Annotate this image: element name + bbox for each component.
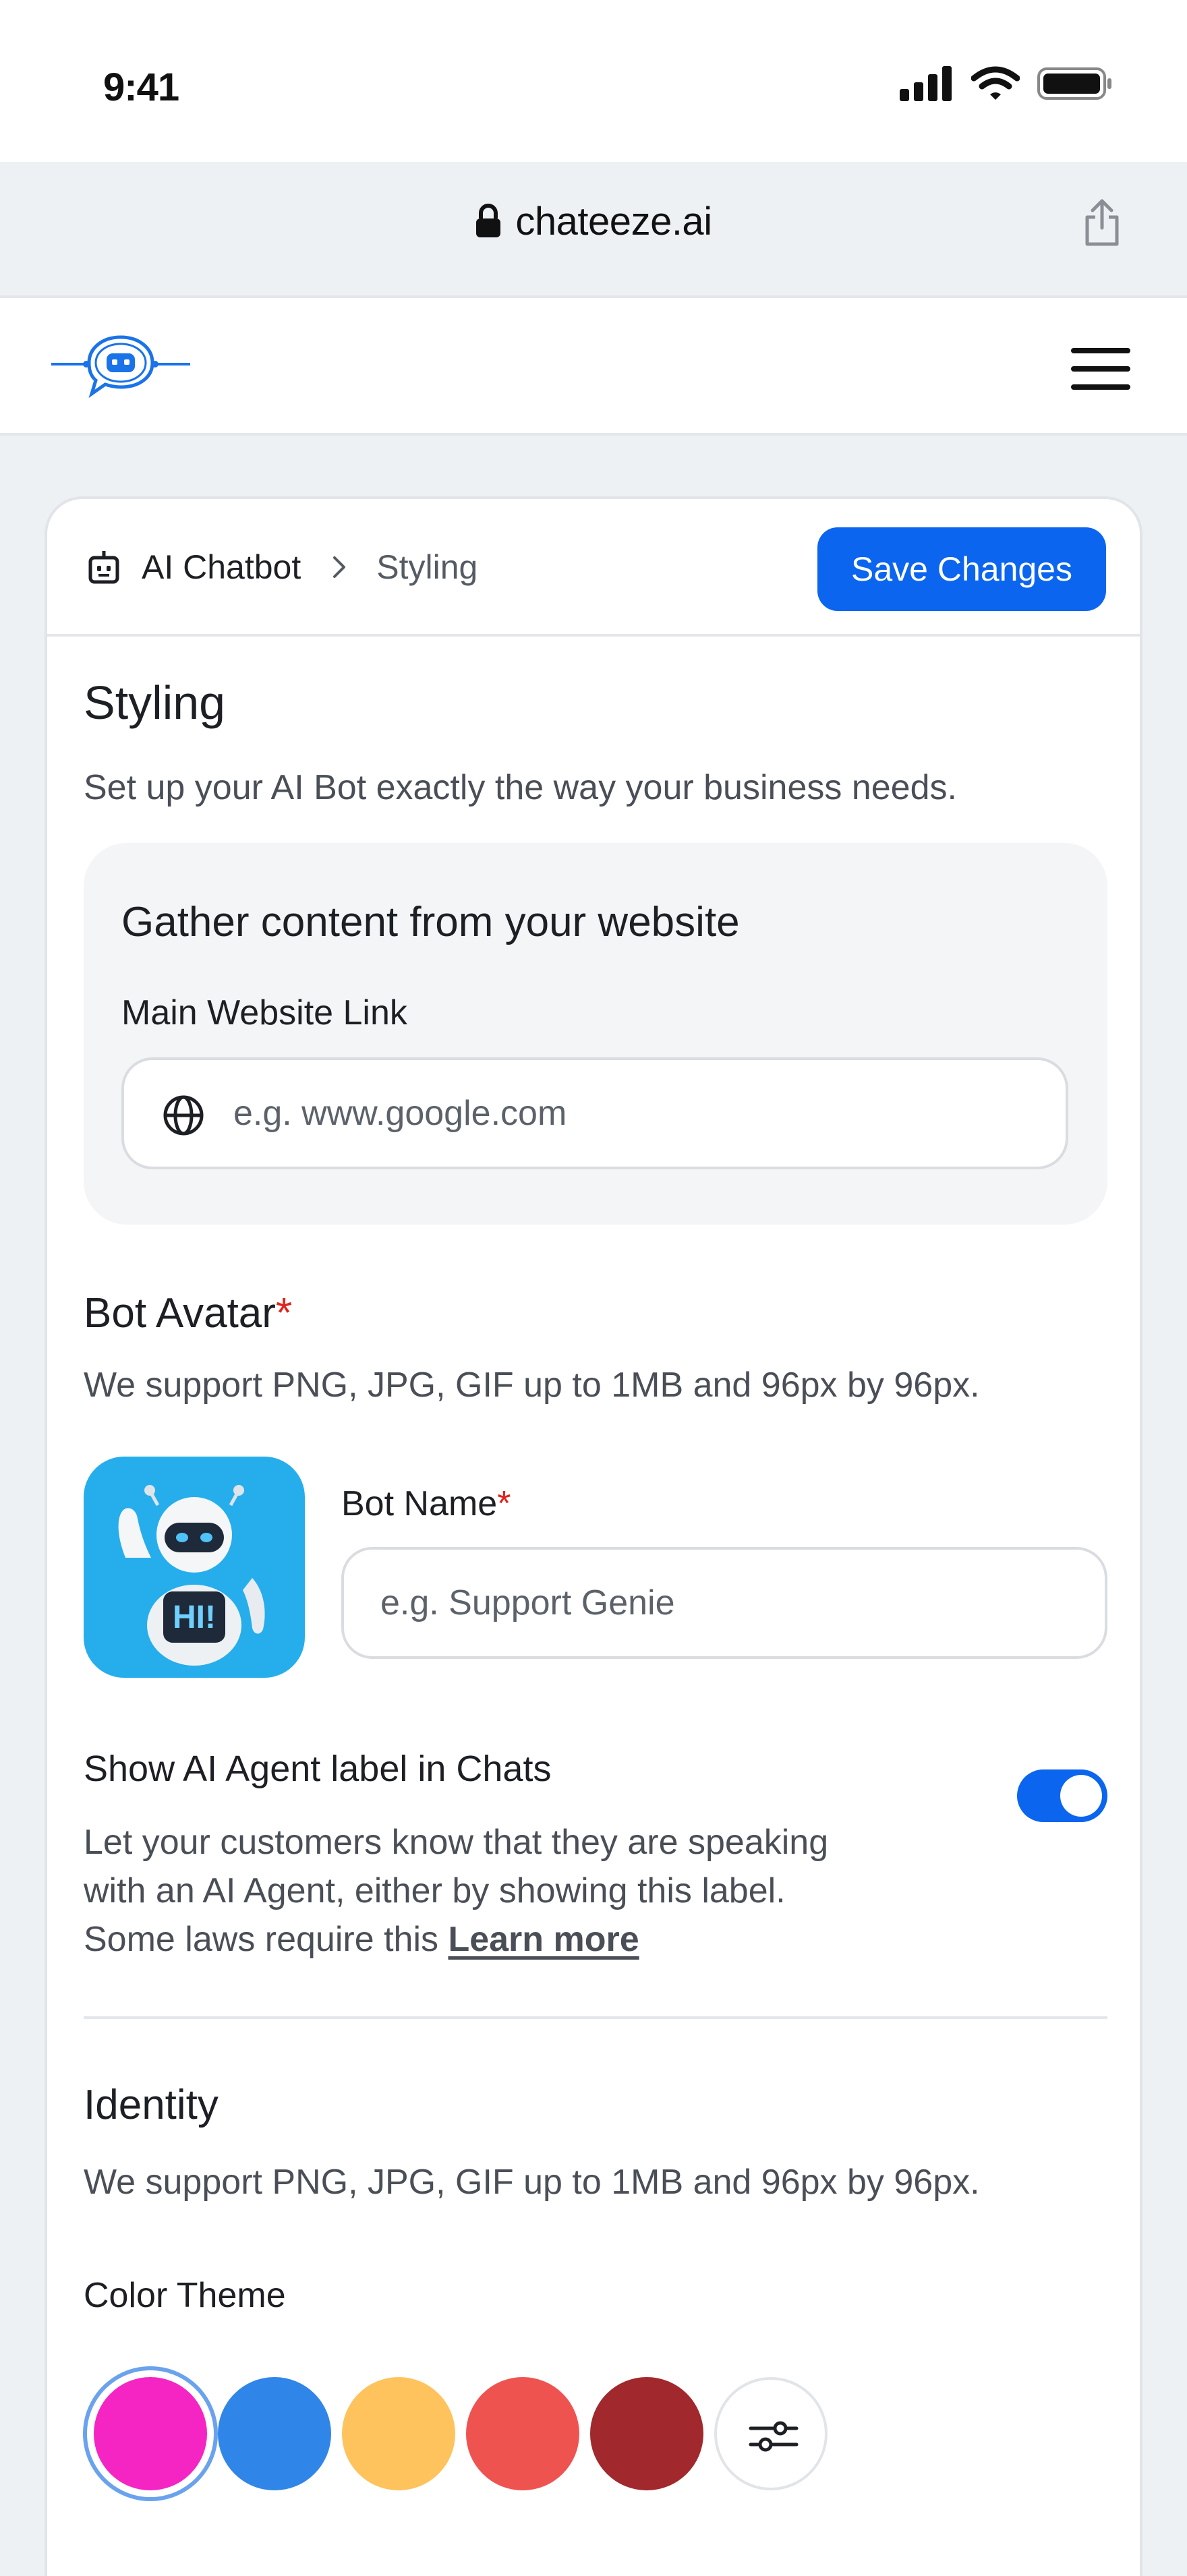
color-swatch-red[interactable]: [466, 2377, 579, 2490]
breadcrumb: AI Chatbot Styling: [85, 544, 477, 591]
share-icon[interactable]: [1083, 198, 1121, 247]
color-swatch-blue[interactable]: [218, 2377, 331, 2490]
learn-more-link[interactable]: Learn more: [448, 1920, 639, 1959]
toggle-knob: [1060, 1775, 1102, 1817]
bot-name-input[interactable]: [380, 1550, 1089, 1656]
bot-name-field[interactable]: [341, 1547, 1107, 1659]
status-time: 9:41: [103, 65, 179, 109]
identity-hint: We support PNG, JPG, GIF up to 1MB and 9…: [84, 2163, 980, 2202]
robot-avatar-image: HI!: [118, 1485, 265, 1666]
bot-name-label: Bot Name*: [341, 1484, 511, 1524]
sliders-icon: [749, 2421, 799, 2452]
bot-avatar-title-text: Bot Avatar: [84, 1290, 276, 1337]
gather-title: Gather content from your website: [121, 899, 740, 945]
bot-avatar-hint: We support PNG, JPG, GIF up to 1MB and 9…: [84, 1366, 980, 1405]
status-icons: [900, 65, 1113, 103]
globe-icon: [163, 1095, 204, 1136]
page-title: Styling: [84, 676, 226, 729]
agent-label-desc-2: with an AI Agent, either by showing this…: [84, 1871, 786, 1910]
avatar-hi-text: HI!: [173, 1600, 216, 1635]
identity-title: Identity: [84, 2082, 219, 2128]
status-bar: 9:41: [0, 0, 1187, 162]
lock-icon: [476, 204, 501, 237]
battery-icon: [1037, 67, 1111, 100]
bot-icon: [88, 551, 119, 584]
gather-content-panel: Gather content from your website Main We…: [84, 843, 1107, 1225]
chateeze-logo[interactable]: [50, 328, 192, 402]
bot-name-label-text: Bot Name: [341, 1484, 498, 1523]
agent-label-desc-3: Some laws require this Learn more: [84, 1915, 639, 1964]
section-divider: [84, 2016, 1107, 2019]
color-swatch-pink[interactable]: [94, 2377, 207, 2490]
breadcrumb-current: Styling: [376, 548, 478, 586]
required-mark: *: [497, 1484, 511, 1523]
url-text: chateeze.ai: [515, 199, 712, 243]
required-mark: *: [275, 1290, 293, 1337]
agent-label-desc-1: Let your customers know that they are sp…: [84, 1823, 829, 1862]
bot-avatar-title: Bot Avatar*: [84, 1289, 292, 1337]
color-swatch-dark-red[interactable]: [590, 2377, 703, 2490]
wifi-icon: [971, 66, 1020, 100]
styling-card: AI Chatbot Styling Save Changes Styling …: [45, 496, 1142, 2576]
signal-icon: [900, 66, 952, 101]
website-link-label: Main Website Link: [121, 993, 407, 1032]
card-toolbar: AI Chatbot Styling Save Changes: [47, 499, 1140, 637]
menu-icon[interactable]: [1071, 348, 1130, 390]
website-link-field[interactable]: [121, 1057, 1068, 1169]
agent-label-title: Show AI Agent label in Chats: [84, 1749, 552, 1789]
color-theme-label: Color Theme: [84, 2276, 286, 2315]
site-header: [0, 295, 1187, 436]
save-changes-button[interactable]: Save Changes: [817, 527, 1106, 611]
agent-label-toggle[interactable]: [1017, 1769, 1107, 1822]
chevron-right-icon: [333, 556, 346, 578]
agent-label-desc-3-text: Some laws require this: [84, 1920, 438, 1959]
page-subtitle: Set up your AI Bot exactly the way your …: [84, 768, 957, 807]
breadcrumb-root[interactable]: AI Chatbot: [142, 548, 301, 587]
address-bar[interactable]: chateeze.ai: [27, 173, 1160, 270]
bot-avatar-upload[interactable]: HI!: [84, 1457, 305, 1678]
color-swatch-yellow[interactable]: [342, 2377, 455, 2490]
custom-color-button[interactable]: [714, 2377, 828, 2490]
website-link-input[interactable]: [233, 1060, 1043, 1167]
